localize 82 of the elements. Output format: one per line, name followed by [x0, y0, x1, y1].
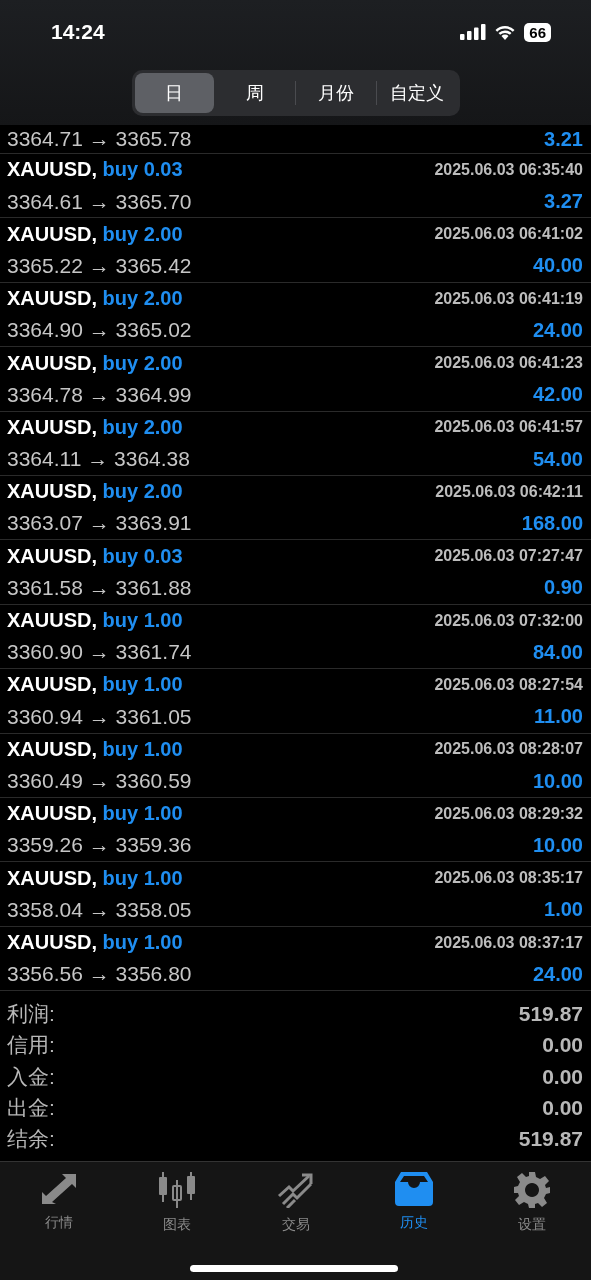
settings-icon	[513, 1172, 550, 1209]
deal-profit: 0.90	[544, 576, 583, 600]
tab-bar-item[interactable]: 历史	[354, 1172, 473, 1235]
deal-profit: 24.00	[532, 962, 583, 986]
inbox-icon	[394, 1172, 433, 1207]
summary-label: 结余:	[7, 1126, 55, 1153]
deal-symbol-order: XAUUSD, buy 2.00	[7, 351, 183, 375]
deal-time: 2025.06.03 08:27:54	[434, 675, 583, 694]
summary-label: 利润:	[7, 1000, 55, 1027]
trend-arrow-icon	[276, 1172, 315, 1209]
deal-profit: 54.00	[532, 447, 583, 471]
deal-prices: 3360.94 → 3361.05	[7, 704, 192, 729]
deal-profit: 3.21	[544, 127, 583, 151]
battery-indicator: 66	[524, 22, 551, 42]
deal-time: 2025.06.03 07:27:47	[434, 547, 583, 566]
summary-value: 519.87	[518, 1127, 583, 1152]
summary-value: 0.00	[542, 1033, 583, 1058]
deal-profit: 10.00	[532, 833, 583, 857]
deal-prices: 3363.07 → 3363.91	[7, 511, 192, 536]
candlestick-icon	[158, 1172, 197, 1209]
deal-profit: 10.00	[532, 769, 583, 793]
signal-icon	[460, 24, 487, 40]
status-time: 14:24	[51, 20, 105, 44]
deal-time: 2025.06.03 08:28:07	[434, 740, 583, 759]
deal-profit: 84.00	[532, 640, 583, 664]
deal-prices: 3360.90 → 3361.74	[7, 640, 192, 665]
period-tab[interactable]: 月份	[296, 73, 376, 113]
deal-time: 2025.06.03 07:32:00	[434, 611, 583, 630]
deal-time: 2025.06.03 06:42:11	[435, 482, 583, 501]
period-tab[interactable]: 自定义	[376, 73, 457, 113]
deal-prices: 3364.61 → 3365.70	[7, 189, 192, 214]
deal-symbol-order: XAUUSD, buy 2.00	[7, 480, 183, 504]
deal-profit: 3.27	[544, 190, 583, 214]
tab-bar-item[interactable]: 图表	[118, 1172, 237, 1235]
period-tab[interactable]: 周	[215, 73, 295, 113]
deal-prices: 3364.90 → 3365.02	[7, 318, 192, 343]
deal-prices: 3365.22 → 3365.42	[7, 253, 192, 278]
deal-symbol-order: XAUUSD, buy 1.00	[7, 737, 183, 761]
deal-time: 2025.06.03 08:37:17	[434, 933, 583, 952]
deal-profit: 1.00	[544, 898, 583, 922]
deal-symbol-order: XAUUSD, buy 1.00	[7, 609, 183, 633]
deal-time: 2025.06.03 08:35:17	[434, 869, 583, 888]
deal-prices: 3356.56 → 3356.80	[7, 962, 192, 987]
deal-profit: 24.00	[532, 318, 583, 342]
deal-symbol-order: XAUUSD, buy 1.00	[7, 931, 183, 955]
deal-profit: 42.00	[532, 383, 583, 407]
summary-value: 519.87	[518, 1001, 583, 1026]
summary-label: 出金:	[7, 1094, 55, 1121]
deal-prices: 3364.71 → 3365.78	[7, 127, 192, 151]
deal-symbol-order: XAUUSD, buy 2.00	[7, 287, 183, 311]
summary-label: 信用:	[7, 1032, 55, 1059]
tab-bar-item[interactable]: 行情	[0, 1172, 119, 1235]
deal-symbol-order: XAUUSD, buy 1.00	[7, 673, 183, 697]
deal-symbol-order: XAUUSD, buy 1.00	[7, 866, 183, 890]
summary-value: 0.00	[542, 1064, 583, 1089]
deal-symbol-order: XAUUSD, buy 2.00	[7, 222, 183, 246]
deal-time: 2025.06.03 06:41:19	[434, 289, 583, 308]
deal-prices: 3364.78 → 3364.99	[7, 382, 192, 407]
deal-time: 2025.06.03 06:35:40	[434, 160, 583, 179]
deal-time: 2025.06.03 06:41:02	[434, 225, 583, 244]
wifi-icon	[494, 24, 517, 40]
deal-profit: 40.00	[532, 254, 583, 278]
tab-bar-item[interactable]: 交易	[236, 1172, 355, 1235]
deal-prices: 3364.11 → 3364.38	[7, 447, 190, 472]
deal-symbol-order: XAUUSD, buy 0.03	[7, 544, 183, 568]
deal-profit: 11.00	[534, 705, 583, 729]
deal-symbol-order: XAUUSD, buy 2.00	[7, 415, 183, 439]
deal-time: 2025.06.03 08:29:32	[434, 804, 583, 823]
double-arrow-icon	[40, 1172, 79, 1207]
deal-symbol-order: XAUUSD, buy 0.03	[7, 158, 183, 182]
deal-profit: 168.00	[521, 512, 583, 535]
tab-bar-item[interactable]: 设置	[472, 1172, 591, 1235]
deal-prices: 3359.26 → 3359.36	[7, 833, 192, 858]
summary-label: 入金:	[7, 1063, 55, 1090]
deal-symbol-order: XAUUSD, buy 1.00	[7, 802, 183, 826]
summary-value: 0.00	[542, 1095, 583, 1120]
deal-prices: 3360.49 → 3360.59	[7, 769, 192, 794]
deal-prices: 3358.04 → 3358.05	[7, 897, 192, 922]
period-tab[interactable]: 日	[134, 73, 215, 113]
deal-time: 2025.06.03 06:41:57	[434, 418, 583, 437]
deal-prices: 3361.58 → 3361.88	[7, 575, 192, 600]
deal-time: 2025.06.03 06:41:23	[434, 354, 583, 372]
